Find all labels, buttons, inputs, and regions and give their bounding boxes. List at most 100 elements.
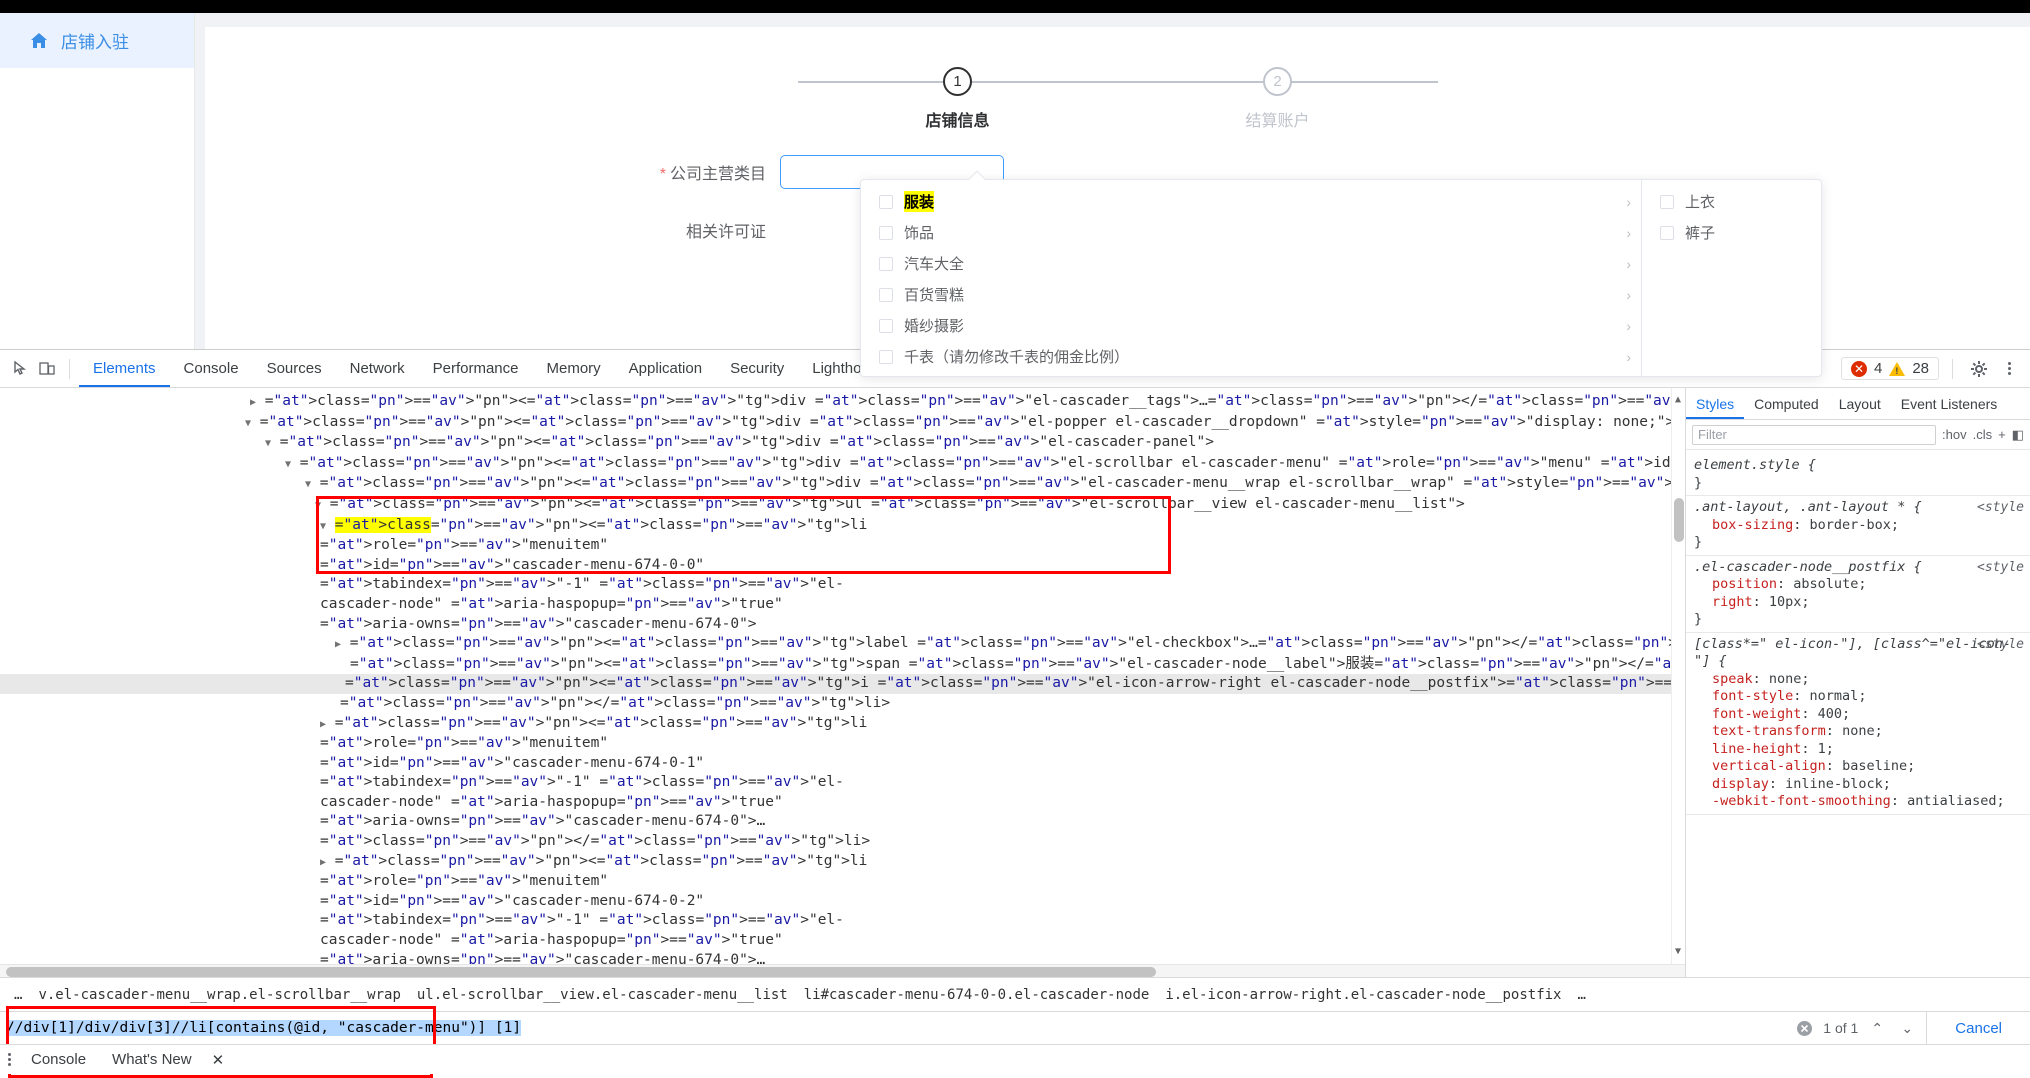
cascader-node[interactable]: 千表（请勿修改千表的佣金比例） ›	[861, 341, 1641, 370]
cascader-node[interactable]: 服装 ›	[861, 186, 1641, 217]
css-declaration[interactable]: line-height: 1;	[1694, 741, 2022, 759]
css-declaration[interactable]: -webkit-font-smoothing: antialiased;	[1694, 793, 2022, 811]
css-declaration[interactable]: position: absolute;	[1694, 576, 2022, 594]
cascader-dropdown[interactable]: 服装 › 饰品 › 汽车大全 › 百货雪糕 › 婚纱摄影 › 千表（请勿修改千表的佣金比例） › 上衣…	[860, 170, 1822, 377]
dom-tree-line[interactable]: ▼ ="at">class="pn">=="av">"pn"><="at">cl…	[0, 433, 1685, 454]
clear-circle-icon[interactable]	[1793, 1017, 1815, 1039]
device-toolbar-icon[interactable]	[34, 356, 60, 382]
cascader-node-checkbox[interactable]	[879, 318, 893, 333]
devtools-tab-console[interactable]: Console	[170, 350, 253, 387]
dom-tree-line[interactable]: ="at">class="pn">=="av">"pn"></="at">cla…	[0, 694, 1685, 714]
dom-tree-line[interactable]: ▼ ="at">class="pn">=="av">"pn"><="at">cl…	[0, 454, 1685, 475]
breadcrumb-overflow-right[interactable]: …	[1569, 987, 1593, 1003]
dom-tree-line[interactable]: ▼ ="at">class="pn">=="av">"pn"><="at">cl…	[0, 474, 1685, 495]
css-declaration[interactable]: display: inline-block;	[1694, 776, 2022, 794]
breadcrumb-overflow-left[interactable]: …	[6, 987, 30, 1003]
scroll-up-arrow[interactable]: ▲	[1675, 390, 1681, 410]
styles-tab-styles[interactable]: Styles	[1686, 388, 1744, 419]
drawer-tab-whats-new[interactable]: What's New	[106, 1051, 198, 1068]
css-declaration[interactable]: right: 10px;	[1694, 594, 2022, 612]
dom-tree-line[interactable]: ▼ ="at">class="pn">=="av">"pn"><="at">cl…	[0, 413, 1685, 434]
cascader-node[interactable]: 百货雪糕 ›	[861, 279, 1641, 310]
cascader-node[interactable]: 裤子	[1642, 217, 1821, 248]
devtools-tab-performance[interactable]: Performance	[419, 350, 533, 387]
dom-tree-line[interactable]: ="at">class="pn">=="av">"pn"><="at">clas…	[0, 674, 1685, 694]
close-icon[interactable]: ✕	[212, 1051, 225, 1069]
breadcrumb-item[interactable]: v.el-cascader-menu__wrap.el-scrollbar__w…	[30, 987, 408, 1003]
dom-tree-line[interactable]: ▶ ="at">class="pn">=="av">"pn"><="at">cl…	[0, 392, 1685, 413]
devtools-tab-sources[interactable]: Sources	[253, 350, 336, 387]
css-source-link[interactable]: <style	[1977, 559, 2024, 577]
breadcrumb-item[interactable]: ul.el-scrollbar__view.el-cascader-menu__…	[409, 987, 796, 1003]
dom-tree-line[interactable]: ="at">class="pn">=="av">"pn"><="at">clas…	[0, 655, 1685, 675]
cascader-node[interactable]: 饰品 ›	[861, 217, 1641, 248]
dom-tree-line[interactable]: ▼ ="at">class="pn">=="av">"pn"><="at">cl…	[0, 516, 880, 635]
css-rule[interactable]: [class*=" el-icon-"], [class^="el-icon-"…	[1686, 633, 2030, 815]
styles-filter-input[interactable]: Filter	[1692, 424, 1937, 445]
kebab-menu-icon[interactable]	[1996, 356, 2022, 382]
scroll-down-arrow[interactable]: ▼	[1675, 942, 1681, 962]
cancel-button[interactable]: Cancel	[1926, 1011, 2030, 1045]
styles-pane-tabs[interactable]: StylesComputedLayoutEvent Listeners chev…	[1686, 388, 2030, 420]
dom-tree-pane[interactable]: ▶ ="at">class="pn">=="av">"pn"><="at">cl…	[0, 388, 1685, 978]
dom-horizontal-scrollbar[interactable]	[0, 964, 1685, 978]
devtools-tab-network[interactable]: Network	[336, 350, 419, 387]
dom-hscroll-thumb[interactable]	[6, 967, 1156, 977]
css-rule[interactable]: element.style {}	[1686, 454, 2030, 496]
cascader-node[interactable]: 婚纱摄影 ›	[861, 310, 1641, 341]
styles-tab-event-listeners[interactable]: Event Listeners	[1891, 388, 2008, 419]
dom-tree-line[interactable]: ▼ ="at">class="pn">=="av">"pn"><="at">cl…	[0, 495, 1685, 516]
cascader-menu-column-2[interactable]: 上衣 裤子	[1641, 180, 1821, 376]
plus-icon[interactable]: +	[1998, 427, 2006, 442]
dom-vertical-scrollbar[interactable]: ▲ ▼	[1671, 388, 1685, 978]
devtools-tab-elements[interactable]: Elements	[79, 350, 170, 387]
cls-toggle[interactable]: .cls	[1973, 427, 1993, 442]
drawer-tab-console[interactable]: Console	[25, 1051, 92, 1068]
css-rules-list[interactable]: element.style {} .ant-layout, .ant-layout…	[1686, 450, 2030, 978]
cascader-node-checkbox[interactable]	[879, 225, 893, 240]
css-declaration[interactable]: font-weight: 400;	[1694, 706, 2022, 724]
issues-badges[interactable]: ✕ 4 28	[1840, 357, 1939, 380]
breadcrumb[interactable]: … v.el-cascader-menu__wrap.el-scrollbar_…	[0, 977, 2030, 1011]
cascader-node[interactable]: 汽车大全 ›	[861, 248, 1641, 279]
breadcrumb-item[interactable]: li#cascader-menu-674-0-0.el-cascader-nod…	[796, 987, 1158, 1003]
chevron-down-icon[interactable]: ⌄	[1896, 1017, 1918, 1039]
devtools-tabs[interactable]: Elements Console Sources Network Performance…	[79, 350, 900, 387]
dom-scroll-thumb[interactable]	[1674, 498, 1684, 542]
devtools-tab-security[interactable]: Security	[716, 350, 798, 387]
gear-icon[interactable]	[1966, 356, 1992, 382]
css-declaration[interactable]: box-sizing: border-box;	[1694, 517, 2022, 535]
css-declaration[interactable]: vertical-align: baseline;	[1694, 758, 2022, 776]
chevron-up-icon[interactable]: ⌃	[1866, 1017, 1888, 1039]
step-settlement-account[interactable]: 2 结算账户	[1118, 67, 1438, 131]
dom-tree-line[interactable]: ▶ ="at">class="pn">=="av">"pn"><="at">cl…	[0, 852, 880, 978]
inspect-element-icon[interactable]	[8, 356, 34, 382]
cascader-node-checkbox[interactable]	[879, 256, 893, 271]
step-shop-info[interactable]: 1 店铺信息	[798, 67, 1118, 131]
css-rule[interactable]: .ant-layout, .ant-layout * {<style box-si…	[1686, 496, 2030, 556]
css-source-link[interactable]: <style	[1977, 499, 2024, 517]
hov-toggle[interactable]: :hov	[1942, 427, 1967, 442]
panel-toggle-icon[interactable]: ◧	[2012, 427, 2024, 443]
breadcrumb-item[interactable]: i.el-icon-arrow-right.el-cascader-node__…	[1157, 987, 1569, 1003]
search-input[interactable]: //div[1]/div/div[3]//li[contains(@id, "c…	[6, 1016, 1793, 1040]
dom-tree-line[interactable]: ▶ ="at">class="pn">=="av">"pn"><="at">cl…	[0, 714, 880, 852]
css-rule[interactable]: .el-cascader-node__postfix {<style positi…	[1686, 556, 2030, 633]
cascader-node-checkbox[interactable]	[879, 194, 893, 209]
styles-tab-layout[interactable]: Layout	[1829, 388, 1891, 419]
kebab-menu-icon[interactable]	[8, 1053, 11, 1066]
devtools-tab-memory[interactable]: Memory	[533, 350, 615, 387]
cascader-node-checkbox[interactable]	[1660, 225, 1674, 240]
css-source-link[interactable]: <style	[1977, 636, 2024, 654]
cascader-menu-column-1[interactable]: 服装 › 饰品 › 汽车大全 › 百货雪糕 › 婚纱摄影 › 千表（请勿修改千表的佣金比例） ›	[861, 180, 1641, 376]
cascader-node-checkbox[interactable]	[879, 287, 893, 302]
styles-tab-computed[interactable]: Computed	[1744, 388, 1829, 419]
cascader-node[interactable]: 上衣	[1642, 186, 1821, 217]
css-declaration[interactable]: speak: none;	[1694, 671, 2022, 689]
cascader-node-checkbox[interactable]	[1660, 194, 1674, 209]
devtools-tab-application[interactable]: Application	[615, 350, 716, 387]
sidebar-item-shop-entry[interactable]: 店铺入驻	[0, 13, 194, 68]
dom-tree-line[interactable]: ▶ ="at">class="pn">=="av">"pn"><="at">cl…	[0, 634, 1685, 655]
cascader-node-checkbox[interactable]	[879, 349, 893, 364]
css-declaration[interactable]: text-transform: none;	[1694, 723, 2022, 741]
